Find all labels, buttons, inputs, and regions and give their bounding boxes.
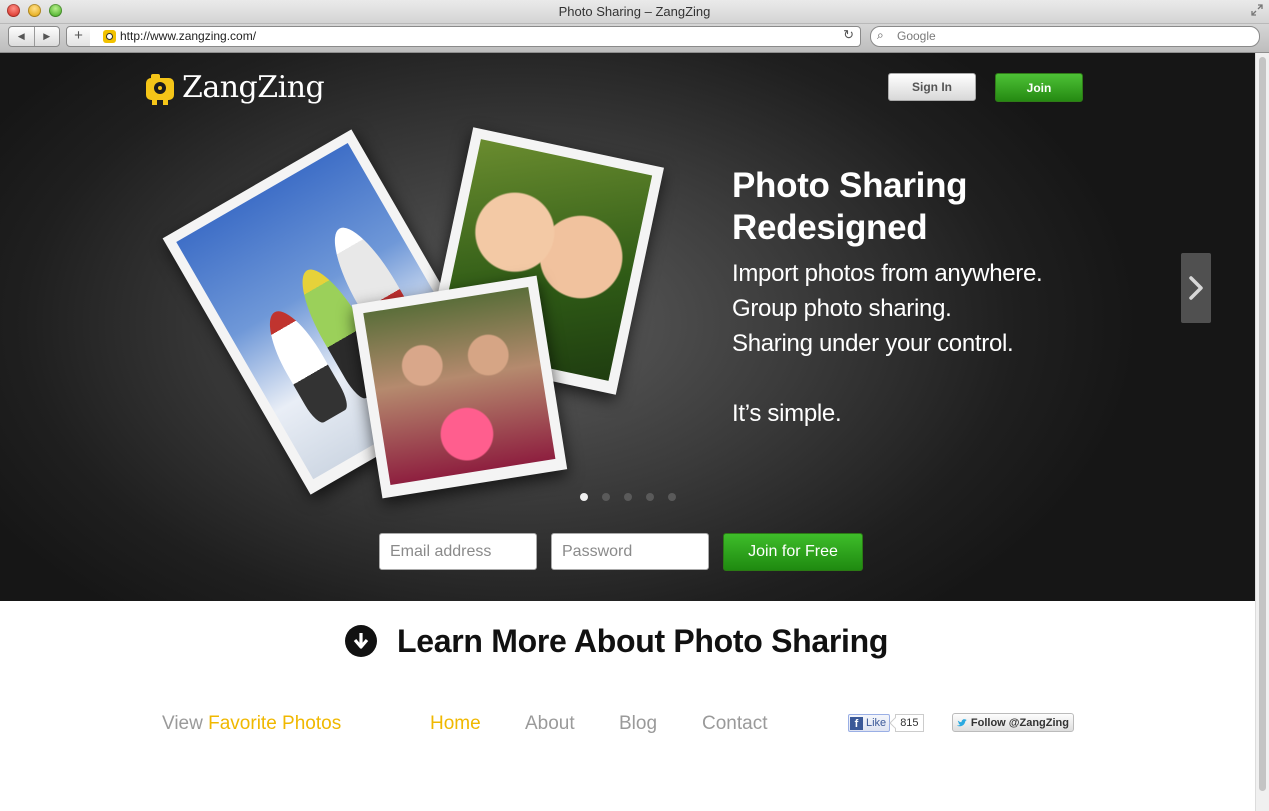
email-field[interactable]: [379, 533, 537, 570]
facebook-like-button[interactable]: f Like: [848, 714, 891, 732]
window-titlebar: Photo Sharing – ZangZing: [0, 0, 1269, 24]
forward-button[interactable]: ▶: [35, 27, 60, 46]
browser-toolbar: ◀ ▶ + http://www.zangzing.com/ ↻ ⌕: [0, 24, 1269, 53]
slide-dot[interactable]: [668, 493, 676, 501]
slide-dot[interactable]: [580, 493, 588, 501]
join-button[interactable]: Join: [995, 73, 1083, 102]
footer-nav-home[interactable]: Home: [430, 713, 481, 735]
next-slide-button[interactable]: [1181, 253, 1211, 323]
sign-in-button[interactable]: Sign In: [888, 73, 976, 101]
back-button[interactable]: ◀: [9, 27, 35, 46]
hero-tagline: Sharing under your control.: [732, 330, 1014, 357]
twitter-follow-label: Follow @ZangZing: [970, 716, 1069, 729]
search-bar[interactable]: ⌕: [870, 26, 1260, 47]
view-favorite-photos-link[interactable]: View Favorite Photos: [162, 713, 341, 735]
address-text[interactable]: http://www.zangzing.com/: [120, 29, 256, 43]
facebook-icon: f: [850, 716, 863, 730]
camera-logo-icon: [146, 72, 176, 105]
site-logo[interactable]: ZangZing: [146, 70, 325, 105]
password-field[interactable]: [551, 533, 709, 570]
history-nav: ◀ ▶: [8, 26, 60, 47]
fullscreen-icon[interactable]: [1251, 4, 1263, 16]
hero-headline: Photo Sharing Redesigned: [732, 166, 968, 247]
vertical-scrollbar[interactable]: [1255, 53, 1269, 811]
logo-wordmark: ZangZing: [182, 70, 325, 105]
twitter-bird-icon: [957, 718, 967, 726]
footer-nav-contact[interactable]: Contact: [702, 713, 767, 735]
site-favicon-icon: [103, 30, 116, 43]
hero-tagline-simple: It’s simple.: [732, 400, 842, 427]
hero-section: ZangZing Sign In Join Photo Sharing Rede…: [0, 53, 1255, 601]
slide-dot[interactable]: [646, 493, 654, 501]
address-bar[interactable]: http://www.zangzing.com/ ↻: [90, 26, 861, 47]
facebook-like-widget: f Like 815: [848, 714, 924, 732]
slide-pagination: [580, 493, 676, 501]
footer-nav-about[interactable]: About: [525, 713, 575, 735]
magnifier-icon: ⌕: [877, 28, 884, 42]
hero-tagline: Import photos from anywhere.: [732, 260, 1043, 287]
slide-dot[interactable]: [602, 493, 610, 501]
view-accent: Favorite Photos: [208, 713, 342, 734]
window-title: Photo Sharing – ZangZing: [558, 4, 711, 19]
arrow-down-circle-icon: [345, 625, 377, 657]
learn-more-link[interactable]: Learn More About Photo Sharing: [345, 620, 888, 662]
view-prefix: View: [162, 713, 203, 734]
add-bookmark-button[interactable]: +: [66, 26, 91, 47]
slide-dot[interactable]: [624, 493, 632, 501]
join-for-free-button[interactable]: Join for Free: [723, 533, 863, 571]
learn-more-label: Learn More About Photo Sharing: [397, 622, 889, 659]
search-input[interactable]: [897, 28, 1237, 44]
facebook-like-label: Like: [866, 717, 887, 729]
footer-nav-blog[interactable]: Blog: [619, 713, 657, 735]
scrollbar-thumb[interactable]: [1259, 57, 1266, 791]
wedding-photo: [351, 275, 568, 499]
twitter-follow-button[interactable]: Follow @ZangZing: [952, 713, 1074, 732]
facebook-like-count: 815: [895, 714, 924, 732]
reload-icon[interactable]: ↻: [843, 27, 854, 43]
hero-tagline: Group photo sharing.: [732, 295, 952, 322]
chevron-right-icon: [1189, 276, 1203, 300]
